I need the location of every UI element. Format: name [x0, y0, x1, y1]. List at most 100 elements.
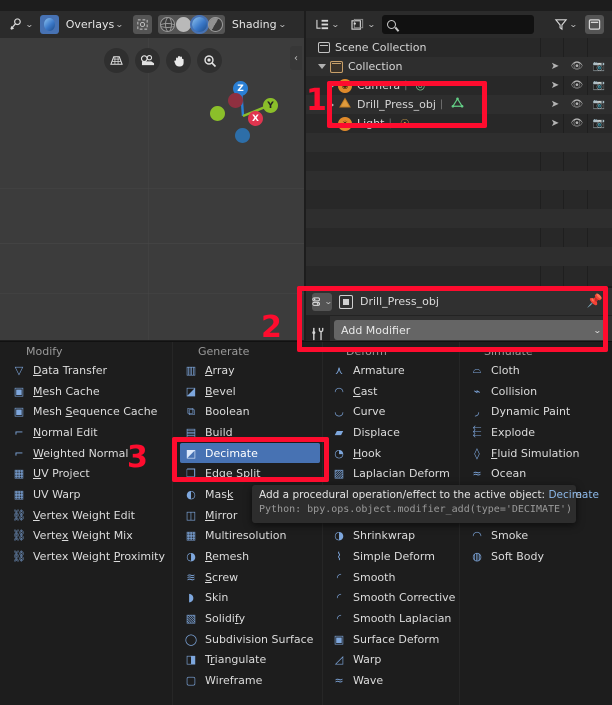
wireframe-shading-icon[interactable] [159, 17, 175, 32]
outliner-search-field[interactable] [382, 15, 535, 34]
disable-render-camera-icon[interactable]: 📷 [588, 80, 610, 91]
menu-item-hook[interactable]: ◔ Hook [328, 443, 458, 464]
shading-mode-group[interactable] [157, 15, 225, 34]
outliner-row-collection[interactable]: Collection ➤ 👁 📷 [306, 57, 612, 76]
selectable-arrow-icon[interactable]: ➤ [544, 118, 566, 129]
hide-eye-icon[interactable]: 👁 [566, 80, 588, 91]
menu-item-smooth-laplacian[interactable]: ◜ Smooth Laplacian [328, 608, 458, 629]
menu-item-armature[interactable]: ⋏ Armature [328, 360, 458, 381]
viewport-sidebar-toggle[interactable]: ‹ [290, 46, 302, 70]
material-preview-shading-icon[interactable] [189, 15, 209, 34]
gizmo-axis-x[interactable]: X [248, 111, 263, 126]
outliner-filter-button[interactable]: ⌄ [550, 15, 581, 34]
hide-eye-icon[interactable]: 👁 [566, 61, 588, 72]
outliner-display-mode-selector[interactable]: ⌄ [311, 15, 343, 34]
solidify-icon: ▧ [185, 612, 197, 626]
selectable-arrow-icon[interactable]: ➤ [544, 80, 566, 91]
hand-pan-icon[interactable] [166, 48, 191, 73]
menu-item-subdivision-surface[interactable]: ◯ Subdivision Surface [180, 629, 320, 650]
menu-item-array[interactable]: ▥ Array [180, 360, 320, 381]
menu-item-simple-deform[interactable]: ⌇ Simple Deform [328, 546, 458, 567]
menu-item-label: Mesh Sequence Cache [33, 405, 158, 419]
shading-dropdown[interactable]: Shading ⌄ [228, 15, 289, 34]
menu-item-cast[interactable]: ◠ Cast [328, 381, 458, 402]
menu-item-explode[interactable]: ⬱ Explode [466, 422, 604, 443]
mesh-cache-icon: ▣ [13, 384, 25, 398]
disable-render-camera-icon[interactable]: 📷 [588, 61, 610, 72]
menu-item-shrinkwrap[interactable]: ◑ Shrinkwrap [328, 526, 458, 547]
selectable-arrow-icon[interactable]: ➤ [544, 61, 566, 72]
hide-eye-icon[interactable]: 👁 [566, 99, 588, 110]
camera-tool-icon[interactable] [135, 48, 160, 73]
menu-item-triangulate[interactable]: ◨ Triangulate [180, 650, 320, 671]
outliner-row-scene-collection[interactable]: Scene Collection [306, 38, 612, 57]
outliner-empty-row [306, 228, 612, 247]
outliner-row-toggles: ➤ 👁 📷 [544, 95, 610, 114]
remesh-icon: ◑ [186, 550, 196, 564]
add-modifier-dropdown[interactable]: Modify ▽ Data Transfer ▣ Mesh Cache ▣ Mesh Seq… [0, 341, 612, 705]
hide-eye-icon[interactable]: 👁 [566, 118, 588, 129]
menu-item-displace[interactable]: ▰ Displace [328, 422, 458, 443]
curve-icon: ◡ [334, 405, 344, 419]
expander-down-icon[interactable] [318, 64, 326, 69]
menu-item-cloth[interactable]: ⌓ Cloth [466, 360, 604, 381]
menu-item-vertex-weight-edit[interactable]: ⛓ Vertex Weight Edit [8, 505, 170, 526]
menu-item-collision[interactable]: ⌁ Collision [466, 381, 604, 402]
menu-item-smoke[interactable]: ◠ Smoke [466, 526, 604, 547]
chevron-down-icon: ⌄ [569, 20, 579, 29]
editor-type-selector[interactable]: ⌄ [5, 15, 37, 34]
menu-item-soft-body[interactable]: ◍ Soft Body [466, 546, 604, 567]
menu-item-label: Mirror [205, 508, 238, 522]
menu-item-remesh[interactable]: ◑ Remesh [180, 546, 320, 567]
menu-item-screw[interactable]: ≋ Screw [180, 567, 320, 588]
viewport-3d[interactable]: Z Y X ‹ [0, 38, 304, 340]
menu-item-wave[interactable]: ≈ Wave [328, 670, 458, 691]
overlays-toggle[interactable] [39, 15, 59, 34]
menu-item-data-transfer[interactable]: ▽ Data Transfer [8, 360, 170, 381]
menu-item-smooth[interactable]: ◜ Smooth [328, 567, 458, 588]
vertex-weight-edit-icon: ⛓ [12, 508, 26, 522]
menu-item-boolean[interactable]: ⧉ Boolean [180, 401, 320, 422]
gizmo-axis-y[interactable]: Y [263, 98, 278, 113]
gizmo-axis-neg-y[interactable] [210, 106, 225, 121]
menu-item-multiresolution[interactable]: ▦ Multiresolution [180, 526, 320, 547]
menu-item-warp[interactable]: ◿ Warp [328, 650, 458, 671]
menu-item-skin[interactable]: ◗ Skin [180, 588, 320, 609]
menu-item-curve[interactable]: ◡ Curve [328, 401, 458, 422]
gizmo-axis-neg-x[interactable] [228, 93, 243, 108]
new-collection-button[interactable] [585, 15, 604, 34]
zoom-magnifier-icon[interactable] [197, 48, 222, 73]
weighted-normal-icon: ⌐ [14, 446, 24, 460]
solid-shading-icon[interactable] [175, 17, 191, 32]
menu-item-vertex-weight-mix[interactable]: ⛓ Vertex Weight Mix [8, 526, 170, 547]
menu-item-fluid-simulation[interactable]: ◊ Fluid Simulation [466, 443, 604, 464]
menu-item-wireframe[interactable]: ▢ Wireframe [180, 670, 320, 691]
gizmo-toggle[interactable] [132, 15, 152, 34]
gizmo-axis-neg-z[interactable] [235, 128, 250, 143]
menu-item-vertex-weight-proximity[interactable]: ⛓ Vertex Weight Proximity [8, 546, 170, 567]
menu-item-mesh-cache[interactable]: ▣ Mesh Cache [8, 381, 170, 402]
menu-item-dynamic-paint[interactable]: ◞ Dynamic Paint [466, 401, 604, 422]
id-type-filter-selector[interactable]: ⌄ [347, 15, 379, 34]
disable-render-camera-icon[interactable]: 📷 [588, 118, 610, 129]
navigation-gizmo[interactable]: Z Y X [208, 78, 278, 148]
overlays-dropdown[interactable]: Overlays ⌄ [62, 15, 127, 34]
menu-item-uv-warp[interactable]: ▦ UV Warp [8, 484, 170, 505]
rendered-shading-icon[interactable] [207, 17, 223, 32]
menu-item-surface-deform[interactable]: ▣ Surface Deform [328, 629, 458, 650]
selectable-arrow-icon[interactable]: ➤ [544, 99, 566, 110]
collection-icon [330, 60, 343, 73]
mask-icon: ◐ [186, 487, 196, 501]
scene-collection-icon [318, 42, 330, 53]
disable-render-camera-icon[interactable]: 📷 [588, 99, 610, 110]
grid-line [148, 38, 149, 340]
menu-item-laplacian-deform[interactable]: ▨ Laplacian Deform [328, 463, 458, 484]
menu-item-bevel[interactable]: ◪ Bevel [180, 381, 320, 402]
grid-tool-icon[interactable] [104, 48, 129, 73]
menu-item-mesh-sequence-cache[interactable]: ▣ Mesh Sequence Cache [8, 401, 170, 422]
menu-item-solidify[interactable]: ▧ Solidify [180, 608, 320, 629]
menu-item-smooth-corrective[interactable]: ◜ Smooth Corrective [328, 588, 458, 609]
outliner-panel[interactable]: Scene Collection Collection ➤ 👁 📷 ◉ Came… [306, 38, 612, 286]
menu-item-ocean[interactable]: ≈ Ocean [466, 463, 604, 484]
menu-column-title: Modify [26, 344, 63, 358]
